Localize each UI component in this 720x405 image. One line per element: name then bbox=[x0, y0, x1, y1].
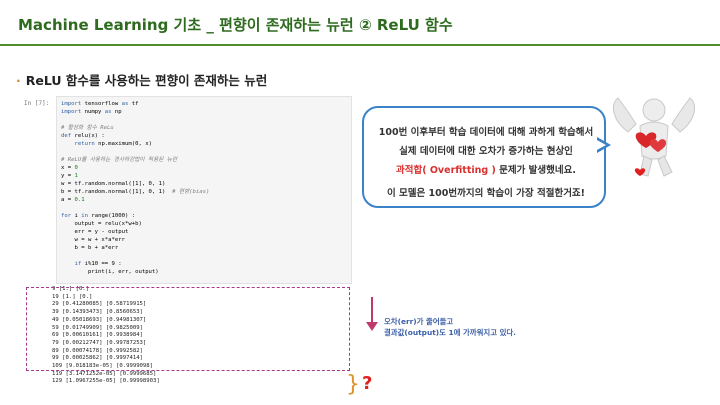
slide-title: Machine Learning 기초 _ 편향이 존재하는 뉴런 ② ReLU… bbox=[18, 16, 453, 34]
code-token: import bbox=[61, 109, 82, 115]
cupid-with-hearts-icon bbox=[612, 97, 696, 177]
bubble-line-4: 이 모델은 100번까지의 학습이 가장 적절한거죠! bbox=[386, 188, 586, 199]
code-token: tf bbox=[128, 101, 139, 107]
note-line-1: 오차(err)가 줄어들고 bbox=[384, 317, 454, 326]
code-line: b = b + a*err bbox=[61, 245, 118, 252]
code-line: err = y - output bbox=[61, 229, 128, 236]
code-token: i%10 == 9 : bbox=[81, 261, 122, 267]
code-line: w = tf.random.normal([1], 0, 1) bbox=[61, 181, 165, 188]
code-token: y = bbox=[61, 173, 75, 179]
code-token: 0.1 bbox=[74, 197, 85, 203]
code-token: output = relu(x*w+b) bbox=[61, 221, 142, 227]
bubble-line-3-rest: 문제가 발생했네요. bbox=[495, 165, 576, 176]
code-token: range(1000) : bbox=[87, 213, 136, 219]
code-token: as bbox=[104, 109, 112, 115]
code-token: np bbox=[111, 109, 122, 115]
code-line: # ReLU를 사용하는 경사하강법이 적용된 뉴런 bbox=[61, 157, 177, 164]
code-token: b = b + a*err bbox=[61, 245, 119, 251]
code-token: tensorflow bbox=[81, 101, 122, 107]
code-line: y = 1 bbox=[61, 173, 78, 180]
bubble-line-3: 과적합( Overfitting ) 문제가 발생했네요. bbox=[364, 162, 608, 176]
code-token: numpy bbox=[81, 109, 105, 115]
code-token: x = bbox=[61, 165, 75, 171]
code-token: def bbox=[61, 133, 72, 139]
code-token: i bbox=[71, 213, 82, 219]
code-token: # 편향(bias) bbox=[172, 189, 210, 195]
output-line: 119 [3.1471252e-05] [0.9999685] bbox=[52, 370, 157, 377]
code-line: print(i, err, output) bbox=[61, 269, 159, 276]
bubble-line-1: 100번 이후부터 학습 데이터에 대해 과하게 학습해서 bbox=[378, 127, 594, 138]
code-line: import numpy as np bbox=[61, 109, 122, 116]
code-line: return np.maximum(0, x) bbox=[61, 141, 152, 148]
code-token: a = bbox=[61, 197, 75, 203]
code-line: w = w + x*a*err bbox=[61, 237, 125, 244]
note-line-2: 결과값(output)도 1에 가까워지고 있다. bbox=[384, 328, 516, 337]
bubble-tail-inner bbox=[595, 139, 606, 151]
code-token: import bbox=[61, 101, 82, 107]
code-token: 1 bbox=[74, 173, 78, 179]
code-token: return bbox=[74, 141, 95, 147]
code-line: if i%10 == 9 : bbox=[61, 261, 122, 268]
annotation-note: 오차(err)가 줄어들고 결과값(output)도 1에 가까워지고 있다. bbox=[384, 316, 516, 338]
code-line: output = relu(x*w+b) bbox=[61, 221, 142, 228]
section-heading-text: ReLU 함수를 사용하는 편향이 존재하는 뉴런 bbox=[25, 73, 268, 88]
code-token: for bbox=[61, 213, 72, 219]
code-token: print(i, err, output) bbox=[61, 269, 159, 275]
cell-prompt: In [7]: bbox=[24, 100, 50, 107]
code-token: # 활성화 함수 ReLu bbox=[61, 125, 114, 131]
down-arrow-shaft bbox=[371, 297, 373, 325]
output-line: 129 [1.0967255e-05] [0.99998903] bbox=[52, 378, 160, 385]
speech-bubble: 100번 이후부터 학습 데이터에 대해 과하게 학습해서 실제 데이터에 대한… bbox=[362, 106, 606, 208]
code-cell: import tensorflow as tf import numpy as n… bbox=[56, 96, 352, 284]
title-divider bbox=[0, 44, 720, 46]
code-token: np.maximum(0, x) bbox=[94, 141, 152, 147]
bubble-line-2: 실제 데이터에 대한 오차가 증가하는 현상인 bbox=[399, 146, 573, 157]
down-arrow-icon bbox=[366, 322, 378, 331]
code-token: # ReLU를 사용하는 경사하강법이 적용된 뉴런 bbox=[61, 157, 178, 163]
code-token: err = y - output bbox=[61, 229, 129, 235]
code-token: w = w + x*a*err bbox=[61, 237, 125, 243]
code-line: x = 0 bbox=[61, 165, 78, 172]
code-line: b = tf.random.normal([1], 0, 1) # 편향(bia… bbox=[61, 189, 209, 196]
code-line: a = 0.1 bbox=[61, 197, 85, 204]
bullet-mark: · bbox=[16, 73, 21, 88]
overfitting-highlight: 과적합( Overfitting ) bbox=[395, 165, 496, 176]
code-token: b = tf.random.normal([1], 0, 1) bbox=[61, 189, 173, 195]
section-heading: · ReLU 함수를 사용하는 편향이 존재하는 뉴런 bbox=[16, 70, 267, 89]
code-line: # 활성화 함수 ReLu bbox=[61, 125, 114, 132]
brace-icon: } bbox=[346, 372, 360, 397]
code-token: w = tf.random.normal([1], 0, 1) bbox=[61, 181, 166, 187]
code-token: relu(x) : bbox=[71, 133, 105, 139]
question-mark: ? bbox=[362, 373, 373, 394]
highlight-dashed-box bbox=[26, 287, 350, 371]
code-line: for i in range(1000) : bbox=[61, 213, 135, 220]
code-token: 0 bbox=[74, 165, 78, 171]
code-line: import tensorflow as tf bbox=[61, 101, 139, 108]
code-line: def relu(x) : bbox=[61, 133, 105, 140]
code-token: in bbox=[81, 213, 88, 219]
